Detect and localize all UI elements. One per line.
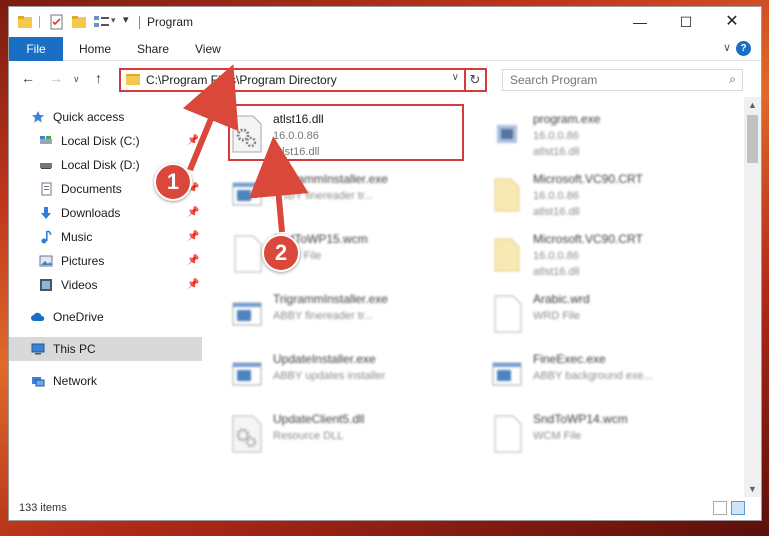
callout-arrows	[182, 64, 309, 237]
step-badge-1: 1	[154, 163, 192, 201]
step-badge-2: 2	[262, 234, 300, 272]
